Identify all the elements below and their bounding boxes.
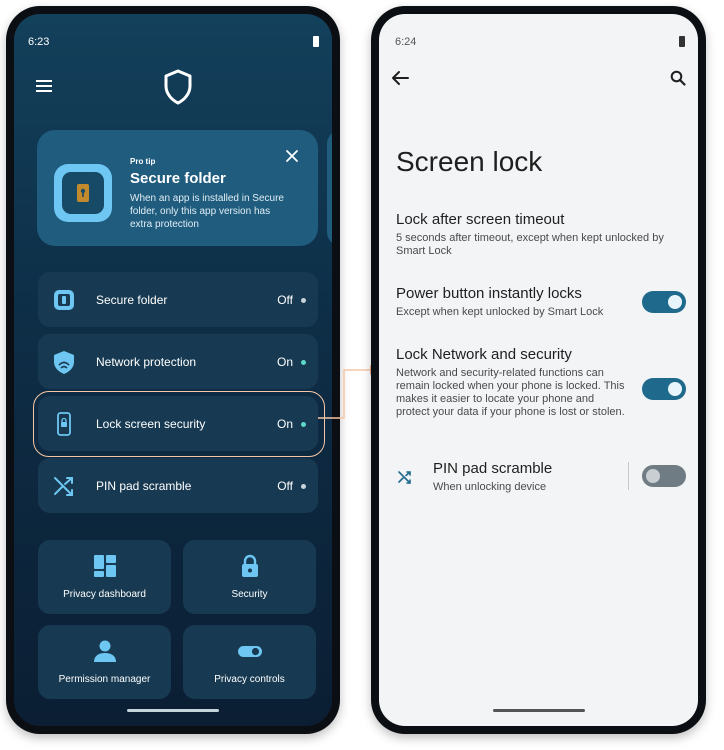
feature-label: PIN pad scramble	[96, 479, 192, 493]
tile-privacy-dashboard[interactable]: Privacy dashboard	[38, 540, 171, 614]
tile-security[interactable]: Security	[183, 540, 316, 614]
setting-description: When unlocking device	[433, 481, 547, 493]
feature-row-network-protection[interactable]: Network protection On	[38, 334, 318, 389]
power-button-toggle[interactable]	[642, 291, 686, 313]
status-time: 6:24	[395, 36, 417, 48]
feature-state: Off	[277, 479, 293, 493]
setting-title: Lock Network and security	[396, 346, 572, 363]
privacy-security-screen: 6:23 Pro tip Secure folder When an app i…	[14, 14, 332, 726]
battery-icon	[313, 36, 319, 47]
toggle-icon	[237, 646, 262, 657]
person-icon	[93, 640, 116, 662]
feature-label: Secure folder	[96, 293, 168, 307]
tile-permission-manager[interactable]: Permission manager	[38, 625, 171, 699]
shuffle-icon	[398, 471, 411, 484]
setting-title: PIN pad scramble	[433, 460, 553, 477]
lock-network-toggle[interactable]	[642, 378, 686, 400]
left-phone: 6:23 Pro tip Secure folder When an app i…	[6, 6, 340, 734]
page-title: Screen lock	[396, 146, 543, 177]
tip-title: Secure folder	[130, 170, 226, 187]
feature-row-pin-pad-scramble[interactable]: PIN pad scramble Off	[38, 458, 318, 513]
pro-tip-card[interactable]: Pro tip Secure folder When an app is ins…	[37, 130, 318, 246]
setting-title: Power button instantly locks	[396, 285, 582, 302]
tile-label: Privacy controls	[214, 674, 285, 685]
pin-pad-scramble-toggle[interactable]	[642, 465, 686, 487]
lock-icon	[241, 554, 258, 577]
feature-label: Network protection	[96, 355, 197, 369]
battery-icon	[679, 36, 685, 47]
back-arrow-icon[interactable]	[391, 70, 409, 86]
setting-title: Lock after screen timeout	[396, 211, 565, 228]
tile-privacy-controls[interactable]: Privacy controls	[183, 625, 316, 699]
status-time: 6:23	[28, 36, 50, 48]
highlight-outline	[33, 391, 325, 457]
search-icon[interactable]	[670, 70, 686, 86]
feature-state: Off	[277, 293, 293, 307]
status-dot	[301, 484, 306, 489]
close-icon[interactable]	[284, 148, 300, 164]
status-dot	[301, 298, 306, 303]
tile-label: Permission manager	[58, 674, 151, 685]
setting-description: 5 seconds after timeout, except when kep…	[396, 232, 664, 257]
secure-folder-icon	[54, 164, 112, 222]
gesture-bar	[492, 709, 585, 712]
setting-description: Except when kept unlocked by Smart Lock	[396, 306, 604, 318]
screen-lock-settings-screen: 6:24 Screen lock Lock after screen timeo…	[379, 14, 698, 726]
dashboard-icon	[93, 555, 116, 577]
tile-label: Privacy dashboard	[63, 589, 146, 600]
right-phone: 6:24 Screen lock Lock after screen timeo…	[371, 6, 706, 734]
status-dot	[301, 360, 306, 365]
shield-icon	[164, 69, 192, 105]
tile-label: Security	[231, 589, 268, 600]
menu-icon[interactable]	[36, 80, 52, 92]
setting-description: Network and security-related functions c…	[396, 367, 625, 418]
divider	[628, 462, 629, 490]
network-shield-icon	[54, 351, 74, 374]
tip-description: When an app is installed in Secure folde…	[130, 193, 284, 230]
gesture-bar	[127, 709, 219, 712]
secure-folder-icon	[54, 290, 74, 310]
next-tip-card[interactable]	[327, 130, 332, 246]
feature-state: On	[276, 355, 293, 369]
shuffle-icon	[54, 477, 73, 496]
feature-row-secure-folder[interactable]: Secure folder Off	[38, 272, 318, 327]
tip-label: Pro tip	[130, 157, 156, 166]
